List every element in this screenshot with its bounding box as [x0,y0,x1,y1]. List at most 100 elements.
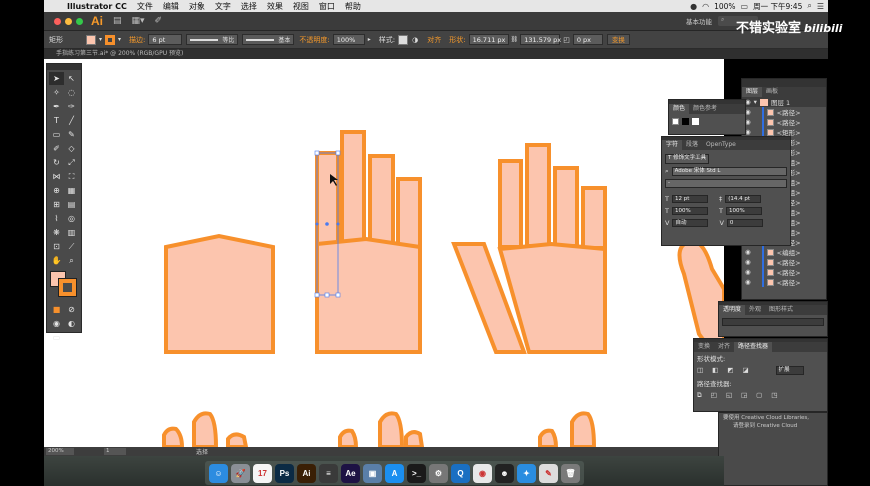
curvature-tool-icon[interactable]: ✑ [64,100,79,113]
layer-item-name[interactable]: <编组> [777,247,801,257]
finger-partial-3[interactable] [226,432,249,447]
rotate-tool-icon[interactable]: ↻ [49,156,64,169]
layer-name[interactable]: 图层 1 [771,97,790,107]
shape-label[interactable]: 形状: [449,35,465,45]
tab-graphic-styles[interactable]: 图形样式 [765,305,797,315]
outline-icon[interactable]: ▢ [756,391,762,399]
menu-type[interactable]: 文字 [210,1,236,12]
wifi-icon[interactable]: ◠ [702,2,709,11]
minus-back-icon[interactable]: ◳ [771,391,777,399]
layer-row-top[interactable]: ◉ ▾ 图层 1 [742,97,826,107]
eye-icon[interactable]: ◉ [745,258,751,266]
finger-rect-6[interactable] [525,143,551,248]
opacity-field[interactable]: 100% [332,34,365,45]
mesh-tool-icon[interactable]: ⊞ [49,198,64,211]
zoom-level-field[interactable]: 200% [46,448,74,455]
minus-front-icon[interactable]: ◧ [712,366,718,374]
gradient-tool-icon[interactable]: ▤ [64,198,79,211]
crop-icon[interactable]: ◲ [741,391,747,399]
color-mode-icon[interactable]: ■ [49,303,64,316]
shape-height-field[interactable]: 131.579 px [520,34,561,45]
magic-wand-tool-icon[interactable]: ✧ [49,86,64,99]
workspace-switcher[interactable]: 基本功能 [686,16,712,26]
color-white-swatch[interactable] [692,117,699,125]
arrange-documents-icon[interactable]: ▦▾ [132,16,145,26]
symbol-sprayer-tool-icon[interactable]: ❋ [49,226,64,239]
corner-type-icon[interactable]: ◰ [563,36,570,44]
menu-object[interactable]: 对象 [184,1,210,12]
rectangle-tool-icon[interactable]: ▭ [49,128,64,141]
menu-app-name[interactable]: Illustrator CC [62,2,132,11]
stroke-color-box[interactable] [58,278,77,297]
vertical-scale-field[interactable]: 100% [725,207,762,215]
tab-align[interactable]: 对齐 [714,342,734,352]
color-black-swatch[interactable] [682,117,689,125]
brush-definition-dropdown[interactable]: 基本 [242,34,295,45]
font-family-field[interactable]: Adobe 宋体 Std L [671,166,787,176]
layer-item-name[interactable]: <路径> [777,117,801,127]
column-graph-tool-icon[interactable]: ▥ [64,226,79,239]
app-store-icon[interactable]: A [385,463,404,483]
artboard-tool-icon[interactable]: ⊡ [49,240,64,253]
recolor-icon[interactable]: ◑ [412,36,418,44]
hand-tool-icon[interactable]: ✋ [49,254,64,267]
blend-tool-icon[interactable]: ◎ [64,212,79,225]
eye-icon[interactable]: ◉ [745,278,751,286]
finger-partial-6[interactable] [404,430,425,447]
shape-width-field[interactable]: 16.711 px [468,34,509,45]
minimize-window-button[interactable] [65,17,72,25]
terminal-icon[interactable]: >_ [407,463,426,483]
tab-transparency[interactable]: 透明度 [719,305,746,315]
layer-row[interactable]: ◉<路径> [742,107,826,117]
tab-transform[interactable]: 变换 [694,342,714,352]
tab-character[interactable]: 字符 [662,140,683,150]
layer-row[interactable]: ◉ <编组> [742,247,826,257]
lasso-tool-icon[interactable]: ◌ [64,86,79,99]
merge-icon[interactable]: ◱ [726,391,732,399]
finger-rect-8[interactable] [581,186,607,250]
finger-partial-2[interactable] [192,411,219,447]
stroke-label[interactable]: 描边: [129,35,145,45]
none-color-icon[interactable]: ⊘ [64,303,79,316]
spotlight-icon[interactable]: ⌕ [807,1,811,11]
chevron-down-icon[interactable]: ▾ [118,36,121,43]
finger-rect-1[interactable] [315,151,340,247]
paintbrush-tool-icon[interactable]: ✎ [64,128,79,141]
safari-icon[interactable]: ✦ [517,463,536,483]
direct-selection-tool-icon[interactable]: ↖ [64,72,79,85]
indesign-icon[interactable]: ≡ [319,463,338,483]
graphic-style-swatch[interactable] [398,34,409,45]
align-link[interactable]: 对齐 [427,35,441,45]
eraser-tool-icon[interactable]: ◇ [64,142,79,155]
tab-color-guide[interactable]: 颜色参考 [689,104,721,114]
clock[interactable]: 周一 下午9:45 [753,1,802,12]
notification-center-icon[interactable]: ☰ [817,2,824,11]
maximize-window-button[interactable] [76,17,83,25]
stroke-color-swatch[interactable] [105,34,116,45]
finger-partial-8[interactable] [570,411,597,447]
link-icon[interactable]: ⛓ [511,36,519,43]
preview-icon[interactable]: ▣ [363,463,382,483]
free-transform-tool-icon[interactable]: ⛶ [64,170,79,183]
finger-partial-1[interactable] [162,426,185,447]
intersect-icon[interactable]: ◩ [727,366,733,374]
finger-rect-7[interactable] [553,166,579,248]
variable-width-profile-dropdown[interactable]: 等比 [186,34,239,45]
tab-appearance[interactable]: 外观 [745,305,765,315]
shape-builder-tool-icon[interactable]: ⊕ [49,184,64,197]
scale-tool-icon[interactable]: ⤢ [64,156,79,169]
layers-panel-header[interactable] [742,79,826,87]
menu-file[interactable]: 文件 [132,1,158,12]
palm-shape-1[interactable] [164,233,275,354]
corner-radius-field[interactable]: 0 px [572,34,603,45]
tab-paragraph[interactable]: 段落 [682,140,702,150]
stroke-weight-field[interactable]: 6 pt [148,34,183,45]
tab-artboards[interactable]: 画板 [762,87,782,97]
chevron-down-icon[interactable]: ▾ [99,36,102,43]
chevron-down-icon[interactable]: ▾ [754,98,757,106]
kerning-field[interactable]: 自动 [672,219,709,227]
screen-mode-icon[interactable]: ▭ [49,331,64,344]
transform-button[interactable]: 变换 [606,34,630,45]
textedit-icon[interactable]: ✎ [539,463,558,483]
font-size-field[interactable]: 12 pt [671,194,708,203]
